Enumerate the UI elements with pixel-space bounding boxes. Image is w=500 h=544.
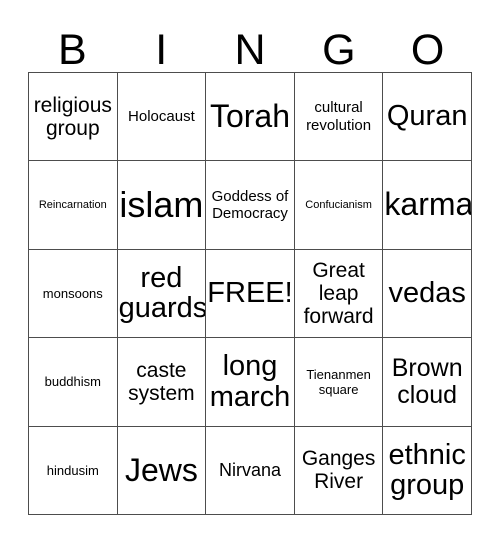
bingo-cell-label: Tienanmen square — [306, 366, 371, 397]
bingo-cell[interactable]: ethnic group — [383, 426, 472, 515]
bingo-cell[interactable]: Ganges River — [294, 426, 384, 515]
bingo-cell-label: FREE! — [207, 277, 293, 310]
bingo-header-letter-g: G — [322, 26, 356, 74]
bingo-cell-label: buddhism — [44, 374, 101, 390]
bingo-cell-label: religious group — [33, 93, 112, 140]
bingo-cell[interactable]: Brown cloud — [383, 338, 472, 427]
bingo-header-letter-o: O — [410, 26, 445, 74]
bingo-cell[interactable]: vedas — [383, 249, 472, 339]
bingo-cell[interactable]: Great leap forward — [294, 249, 384, 339]
bingo-cell[interactable]: Nirvana — [206, 426, 295, 515]
bingo-cell[interactable]: hindusim — [29, 426, 118, 515]
bingo-cell-label: Confucianism — [305, 198, 372, 211]
bingo-cell-label: Torah — [209, 98, 291, 135]
bingo-cell[interactable]: religious group — [29, 73, 118, 162]
bingo-cell[interactable]: Torah — [206, 73, 295, 162]
bingo-cell-label: hindusim — [46, 462, 99, 478]
bingo-cell[interactable]: monsoons — [29, 249, 118, 339]
bingo-cell-label: Jews — [124, 451, 198, 488]
bingo-cell[interactable]: Reincarnation — [29, 161, 118, 250]
bingo-cell-label: monsoons — [42, 285, 103, 301]
bingo-header-letter-b: B — [58, 26, 87, 74]
bingo-cell-label: Quran — [386, 100, 468, 133]
bingo-cell-label: vedas — [388, 277, 466, 310]
bingo-cell-label: Great leap forward — [303, 258, 374, 329]
bingo-cell[interactable]: FREE! — [206, 249, 295, 339]
bingo-grid: religious group Holocaust Torah cultural re… — [28, 72, 472, 515]
bingo-cell[interactable]: cultural revolution — [294, 73, 384, 162]
bingo-cell-label: Ganges River — [301, 447, 376, 494]
bingo-header-row: B I N G O — [28, 14, 472, 72]
bingo-card: B I N G O religious group Holocaust Torah c… — [0, 0, 500, 544]
bingo-cell-label: Brown cloud — [391, 353, 463, 409]
bingo-header-letter-i: I — [155, 26, 168, 74]
bingo-cell[interactable]: caste system — [117, 338, 207, 427]
bingo-cell-label: ethnic group — [388, 438, 466, 502]
bingo-cell-label: caste system — [128, 358, 195, 405]
bingo-cell[interactable]: Confucianism — [294, 161, 384, 250]
bingo-cell-label: karma — [384, 186, 472, 223]
bingo-cell[interactable]: long march — [206, 338, 295, 427]
bingo-cell-label: Reincarnation — [38, 198, 107, 211]
bingo-cell[interactable]: Goddess of Democracy — [206, 161, 295, 250]
bingo-cell-label: Holocaust — [128, 108, 195, 126]
bingo-cell-label: Nirvana — [218, 460, 281, 481]
bingo-header-letter-n: N — [234, 26, 266, 74]
bingo-cell-label: long march — [209, 350, 291, 413]
bingo-cell-label: red guards — [118, 262, 207, 325]
bingo-cell[interactable]: red guards — [117, 249, 207, 339]
bingo-cell-label: cultural revolution — [306, 99, 372, 134]
bingo-cell[interactable]: Jews — [117, 426, 207, 515]
bingo-cell-label: islam — [119, 184, 204, 226]
bingo-cell[interactable]: Tienanmen square — [294, 338, 384, 427]
bingo-cell-label: Goddess of Democracy — [211, 187, 289, 223]
bingo-cell[interactable]: Holocaust — [117, 73, 207, 162]
bingo-cell[interactable]: Quran — [383, 73, 472, 162]
bingo-cell[interactable]: karma — [383, 161, 472, 250]
bingo-cell[interactable]: buddhism — [29, 338, 118, 427]
bingo-cell[interactable]: islam — [117, 161, 207, 250]
